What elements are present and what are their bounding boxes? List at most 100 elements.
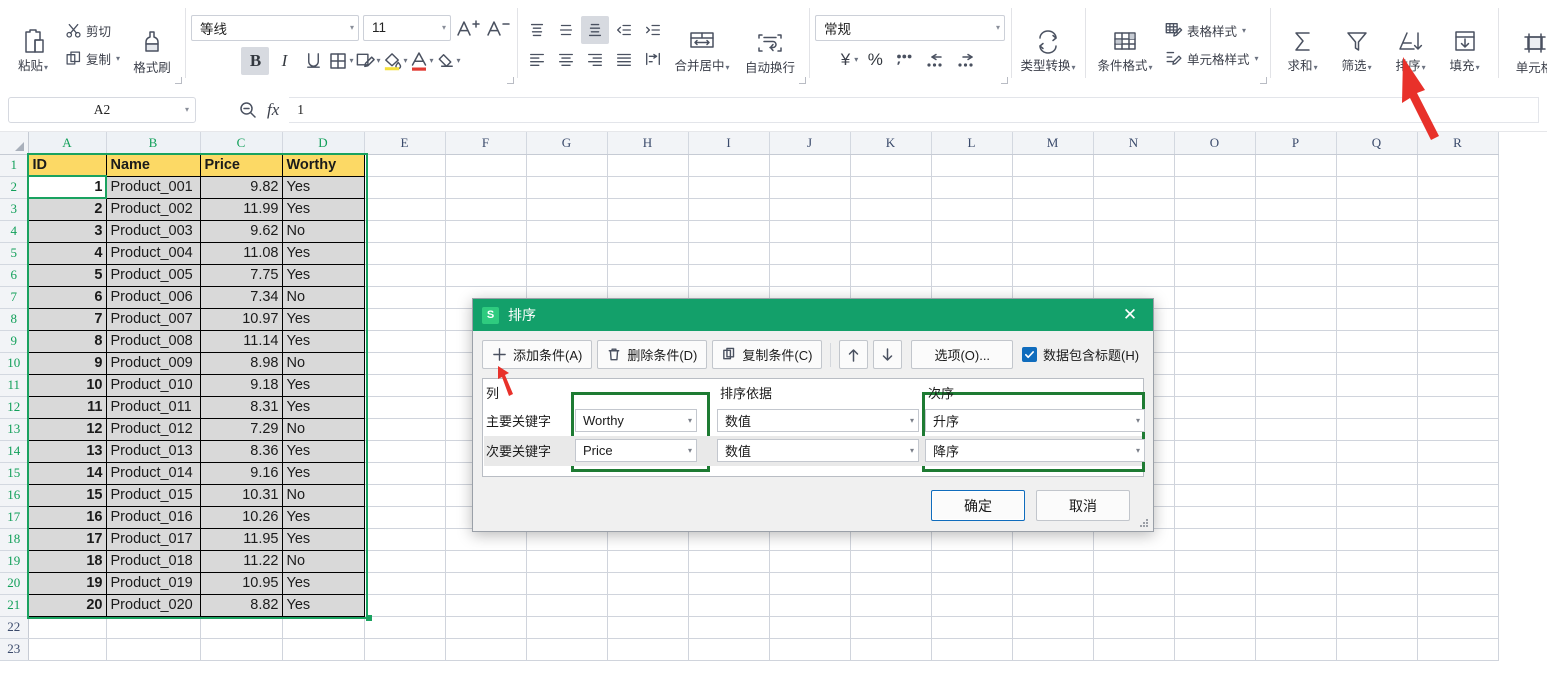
cell-L19[interactable]	[931, 550, 1012, 572]
cell-N5[interactable]	[1093, 242, 1174, 264]
cell-E13[interactable]	[364, 418, 445, 440]
align-left-button[interactable]	[523, 45, 551, 73]
cell-E21[interactable]	[364, 594, 445, 616]
cell-E5[interactable]	[364, 242, 445, 264]
cell-E6[interactable]	[364, 264, 445, 286]
cell-G21[interactable]	[526, 594, 607, 616]
borders-button[interactable]: ▾	[328, 47, 353, 75]
cell-P9[interactable]	[1255, 330, 1336, 352]
cell-R9[interactable]	[1417, 330, 1498, 352]
cell-A10[interactable]: 9	[28, 352, 106, 374]
cell-D11[interactable]: Yes	[282, 374, 364, 396]
cell-R3[interactable]	[1417, 198, 1498, 220]
cell-R2[interactable]	[1417, 176, 1498, 198]
cell-A18[interactable]: 17	[28, 528, 106, 550]
cell-effects-button[interactable]: ▾	[355, 47, 381, 75]
cell-E10[interactable]	[364, 352, 445, 374]
cell-J23[interactable]	[769, 638, 850, 660]
cell-C17[interactable]: 10.26	[200, 506, 282, 528]
row-header-17[interactable]: 17	[0, 506, 28, 528]
cell-Q9[interactable]	[1336, 330, 1417, 352]
cell-A7[interactable]: 6	[28, 286, 106, 308]
cell-O12[interactable]	[1174, 396, 1255, 418]
cell-M3[interactable]	[1012, 198, 1093, 220]
cell-Q23[interactable]	[1336, 638, 1417, 660]
column-header-Q[interactable]: Q	[1336, 132, 1417, 154]
chevron-down-icon[interactable]: ▾	[1476, 63, 1480, 72]
conditional-format-button[interactable]: 条件格式▾	[1091, 11, 1159, 77]
cell-P11[interactable]	[1255, 374, 1336, 396]
cut-button[interactable]: 剪切	[60, 16, 125, 44]
cell-M22[interactable]	[1012, 616, 1093, 638]
cell-L5[interactable]	[931, 242, 1012, 264]
cell-C5[interactable]: 11.08	[200, 242, 282, 264]
chevron-down-icon[interactable]: ▾	[1255, 54, 1259, 63]
cell-Q3[interactable]	[1336, 198, 1417, 220]
cell-N22[interactable]	[1093, 616, 1174, 638]
cell-O21[interactable]	[1174, 594, 1255, 616]
cell-R1[interactable]	[1417, 154, 1498, 176]
cell-K4[interactable]	[850, 220, 931, 242]
cell-O15[interactable]	[1174, 462, 1255, 484]
cell-B10[interactable]: Product_009	[106, 352, 200, 374]
column-header-C[interactable]: C	[200, 132, 282, 154]
align-top-button[interactable]	[523, 16, 551, 44]
cell-I3[interactable]	[688, 198, 769, 220]
row-header-5[interactable]: 5	[0, 242, 28, 264]
cell-O9[interactable]	[1174, 330, 1255, 352]
cell-O13[interactable]	[1174, 418, 1255, 440]
cell-C22[interactable]	[200, 616, 282, 638]
cell-B7[interactable]: Product_006	[106, 286, 200, 308]
cell-K21[interactable]	[850, 594, 931, 616]
table-style-button[interactable]: 表格样式 ▾	[1159, 16, 1264, 44]
cell-P13[interactable]	[1255, 418, 1336, 440]
cell-C23[interactable]	[200, 638, 282, 660]
cell-G22[interactable]	[526, 616, 607, 638]
row-header-9[interactable]: 9	[0, 330, 28, 352]
cell-A8[interactable]: 7	[28, 308, 106, 330]
row-header-19[interactable]: 19	[0, 550, 28, 572]
cell-D19[interactable]: No	[282, 550, 364, 572]
cell-E3[interactable]	[364, 198, 445, 220]
cell-B4[interactable]: Product_003	[106, 220, 200, 242]
cell-B12[interactable]: Product_011	[106, 396, 200, 418]
percent-format-button[interactable]: %	[861, 46, 889, 74]
cell-R18[interactable]	[1417, 528, 1498, 550]
cell-K23[interactable]	[850, 638, 931, 660]
row-header-2[interactable]: 2	[0, 176, 28, 198]
has-header-checkbox[interactable]: 数据包含标题(H)	[1022, 345, 1139, 364]
cell-G23[interactable]	[526, 638, 607, 660]
cell-Q22[interactable]	[1336, 616, 1417, 638]
cell-F4[interactable]	[445, 220, 526, 242]
cells-button[interactable]: 单元格	[1504, 11, 1547, 77]
increase-indent-button[interactable]	[639, 16, 667, 44]
cell-D18[interactable]: Yes	[282, 528, 364, 550]
row-header-18[interactable]: 18	[0, 528, 28, 550]
cell-H20[interactable]	[607, 572, 688, 594]
cell-R22[interactable]	[1417, 616, 1498, 638]
cell-E11[interactable]	[364, 374, 445, 396]
cell-A23[interactable]	[28, 638, 106, 660]
styles-dialog-launcher[interactable]	[1260, 77, 1267, 84]
cell-P23[interactable]	[1255, 638, 1336, 660]
cell-H1[interactable]	[607, 154, 688, 176]
distribute-button[interactable]	[639, 45, 667, 73]
cell-P20[interactable]	[1255, 572, 1336, 594]
cell-D14[interactable]: Yes	[282, 440, 364, 462]
cell-K20[interactable]	[850, 572, 931, 594]
cell-D10[interactable]: No	[282, 352, 364, 374]
cell-C1[interactable]: Price	[200, 154, 282, 176]
cell-N19[interactable]	[1093, 550, 1174, 572]
cell-Q5[interactable]	[1336, 242, 1417, 264]
insert-function-icon[interactable]: fx	[267, 100, 279, 120]
cell-D3[interactable]: Yes	[282, 198, 364, 220]
row-header-16[interactable]: 16	[0, 484, 28, 506]
cell-I23[interactable]	[688, 638, 769, 660]
cell-H19[interactable]	[607, 550, 688, 572]
cell-P3[interactable]	[1255, 198, 1336, 220]
cell-L4[interactable]	[931, 220, 1012, 242]
cell-Q19[interactable]	[1336, 550, 1417, 572]
cell-Q1[interactable]	[1336, 154, 1417, 176]
row-header-22[interactable]: 22	[0, 616, 28, 638]
cell-N21[interactable]	[1093, 594, 1174, 616]
